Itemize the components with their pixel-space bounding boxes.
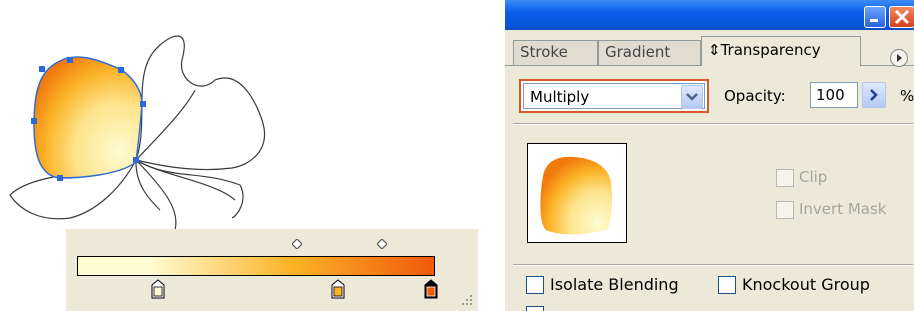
gradient-stop-end[interactable] (424, 279, 438, 299)
gradient-stop-start[interactable] (151, 279, 165, 299)
clip-label: Clip (799, 168, 828, 186)
resize-grip-icon[interactable] (460, 293, 474, 307)
selected-petal[interactable] (33, 56, 143, 179)
opacity-popup-button[interactable] (862, 82, 886, 108)
invert-mask-label: Invert Mask (799, 200, 887, 218)
tab-strip: Stroke Gradient ⇕Transparency (505, 30, 914, 67)
opacity-label: Opacity: (724, 87, 786, 105)
petal-thumbnail-image (540, 156, 612, 235)
blend-mode-select[interactable]: Multiply (519, 79, 709, 113)
minimize-button[interactable] (864, 6, 886, 28)
panel-menu-button[interactable] (890, 49, 908, 67)
blend-mode-value: Multiply (530, 88, 590, 106)
isolate-blending-checkbox[interactable] (526, 276, 544, 294)
gradient-midpoint-diamond[interactable] (377, 239, 387, 249)
chevron-down-icon (686, 93, 698, 101)
gradient-midpoint-diamond[interactable] (292, 239, 302, 249)
gradient-stop-mid[interactable] (331, 279, 345, 299)
blend-mode-dropdown-button[interactable] (681, 85, 703, 109)
minimize-icon (870, 19, 878, 22)
divider (513, 264, 913, 266)
gradient-ramp (77, 256, 435, 276)
transparency-panel: Stroke Gradient ⇕Transparency Multiply O… (505, 0, 914, 311)
opacity-mask-checkbox[interactable] (526, 306, 544, 311)
object-thumbnail[interactable] (527, 143, 627, 243)
clip-checkbox (776, 169, 794, 187)
chevron-right-icon (870, 89, 878, 101)
divider (513, 123, 913, 125)
knockout-group-label[interactable]: Knockout Group (742, 275, 870, 294)
close-button[interactable] (889, 6, 914, 28)
opacity-input[interactable]: 100 (810, 82, 858, 108)
panel-title-bar[interactable] (505, 0, 914, 30)
tab-stroke[interactable]: Stroke (513, 40, 598, 65)
invert-mask-checkbox (776, 201, 794, 219)
opacity-unit: % (900, 87, 914, 105)
gradient-slider[interactable] (66, 229, 478, 311)
tab-transparency[interactable]: ⇕Transparency (701, 36, 861, 66)
knockout-group-checkbox[interactable] (718, 276, 736, 294)
isolate-blending-label[interactable]: Isolate Blending (550, 275, 679, 294)
close-icon (894, 9, 910, 25)
triangle-right-icon (897, 54, 902, 62)
tab-gradient[interactable]: Gradient (598, 40, 701, 65)
